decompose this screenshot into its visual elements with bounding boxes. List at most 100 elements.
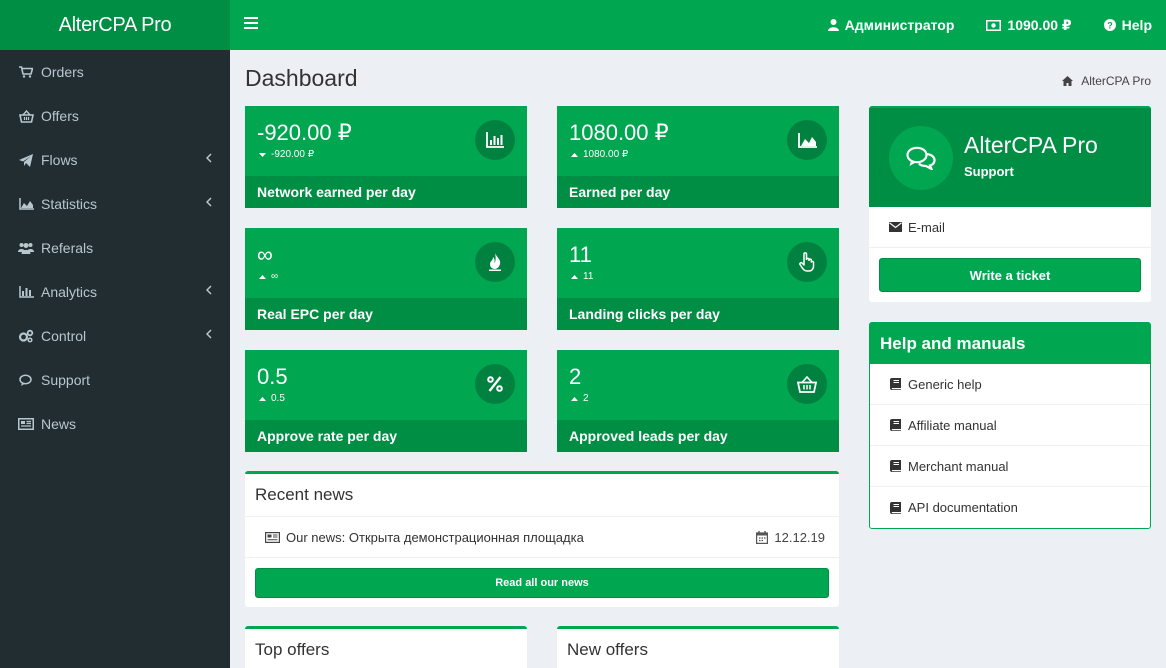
sidebar-item-analytics[interactable]: Analytics bbox=[0, 270, 230, 314]
sidebar-toggle-icon[interactable] bbox=[244, 17, 258, 31]
stat-approved-leads: 2 2 Approved leads per day bbox=[557, 350, 839, 452]
caret-up-icon bbox=[571, 152, 578, 157]
question-circle-icon: ? bbox=[1103, 19, 1116, 31]
help-link-affiliate[interactable]: Affiliate manual bbox=[870, 405, 1150, 446]
stat-change-value: 2 bbox=[583, 393, 589, 404]
stat-landing-clicks: 11 11 Landing clicks per day bbox=[557, 228, 839, 330]
help-link-label: Merchant manual bbox=[908, 458, 1009, 474]
new-offers-box: New offers bbox=[557, 626, 839, 668]
cogs-icon bbox=[18, 328, 34, 344]
user-name: Администратор bbox=[844, 17, 955, 33]
sidebar-item-label: Support bbox=[41, 372, 91, 388]
help-link-label: Affiliate manual bbox=[908, 417, 997, 433]
support-name: AlterCPA Pro bbox=[964, 132, 1098, 158]
balance-value: 1090.00 ₽ bbox=[1007, 16, 1072, 33]
sidebar-item-control[interactable]: Control bbox=[0, 314, 230, 358]
money-icon bbox=[986, 19, 1002, 31]
support-email-label: E-mail bbox=[908, 219, 945, 235]
help-link[interactable]: ? Help bbox=[1103, 17, 1166, 33]
help-link-generic[interactable]: Generic help bbox=[870, 364, 1150, 405]
help-link-label: Generic help bbox=[908, 376, 982, 392]
news-prefix: Our news: bbox=[286, 529, 346, 545]
stat-label: Approve rate per day bbox=[245, 420, 527, 452]
stat-change: -920.00 ₽ bbox=[259, 149, 314, 160]
book-icon bbox=[890, 460, 901, 472]
basket-icon bbox=[787, 364, 827, 404]
caret-down-icon bbox=[259, 152, 266, 157]
newspaper-icon bbox=[18, 416, 34, 432]
fire-icon bbox=[475, 242, 515, 282]
caret-up-icon bbox=[259, 274, 266, 279]
app-logo[interactable]: AlterCPA Pro bbox=[0, 0, 230, 50]
paper-plane-icon bbox=[18, 152, 34, 168]
comments-icon bbox=[889, 126, 953, 190]
support-header: AlterCPA Pro Support bbox=[869, 106, 1151, 207]
help-link-api[interactable]: API documentation bbox=[870, 487, 1150, 528]
sidebar: Orders Offers Flows Statistics Referals … bbox=[0, 50, 230, 668]
chevron-left-icon bbox=[206, 285, 212, 295]
comments-icon bbox=[18, 372, 34, 388]
envelope-icon bbox=[889, 222, 902, 232]
home-icon bbox=[1062, 76, 1074, 86]
cart-icon bbox=[18, 64, 34, 80]
help-link-merchant[interactable]: Merchant manual bbox=[870, 446, 1150, 487]
stat-change-value: 0.5 bbox=[271, 393, 285, 404]
stat-value: 0.5 bbox=[257, 364, 288, 389]
page-title: Dashboard bbox=[245, 65, 358, 91]
support-role: Support bbox=[964, 164, 1014, 179]
bar-chart-icon bbox=[18, 284, 34, 300]
stat-change-value: -920.00 ₽ bbox=[271, 149, 315, 160]
stat-label: Approved leads per day bbox=[557, 420, 839, 452]
help-manuals-title: Help and manuals bbox=[870, 323, 1150, 364]
stat-label: Real EPC per day bbox=[245, 298, 527, 330]
sidebar-item-label: News bbox=[41, 416, 77, 432]
book-icon bbox=[890, 378, 901, 390]
sidebar-item-offers[interactable]: Offers bbox=[0, 94, 230, 138]
sidebar-item-news[interactable]: News bbox=[0, 402, 230, 446]
news-item[interactable]: Our news: Открыта демонстрационная площа… bbox=[245, 517, 839, 558]
main-content: Dashboard AlterCPA Pro -920.00 ₽ -920.00… bbox=[230, 50, 1166, 668]
sidebar-item-orders[interactable]: Orders bbox=[0, 50, 230, 94]
stat-real-epc: ∞ ∞ Real EPC per day bbox=[245, 228, 527, 330]
balance-display[interactable]: 1090.00 ₽ bbox=[986, 17, 1085, 34]
stat-label: Earned per day bbox=[557, 176, 839, 208]
stat-change: 2 bbox=[571, 393, 589, 404]
user-icon bbox=[827, 19, 839, 31]
sidebar-item-label: Orders bbox=[41, 64, 84, 80]
chevron-left-icon bbox=[206, 153, 212, 163]
stat-network-earned: -920.00 ₽ -920.00 ₽ Network earned per d… bbox=[245, 106, 527, 208]
chevron-left-icon bbox=[206, 197, 212, 207]
area-chart-icon bbox=[18, 196, 34, 212]
stat-change: 1080.00 ₽ bbox=[571, 149, 628, 160]
stat-change: 0.5 bbox=[259, 393, 285, 404]
stat-change-value: ∞ bbox=[271, 271, 279, 282]
sidebar-item-label: Referals bbox=[41, 240, 94, 256]
sidebar-item-flows[interactable]: Flows bbox=[0, 138, 230, 182]
stat-value: -920.00 ₽ bbox=[257, 120, 352, 145]
book-icon bbox=[890, 419, 901, 431]
user-menu[interactable]: Администратор bbox=[827, 17, 969, 33]
sidebar-item-label: Statistics bbox=[41, 196, 98, 212]
stat-value: 11 bbox=[569, 242, 592, 267]
news-date-value: 12.12.19 bbox=[774, 529, 825, 545]
support-email-link[interactable]: E-mail bbox=[869, 207, 1151, 248]
news-title[interactable]: Открыта демонстрационная площадка bbox=[349, 530, 584, 545]
stat-change: ∞ bbox=[259, 271, 278, 282]
help-label: Help bbox=[1121, 17, 1152, 33]
caret-up-icon bbox=[571, 274, 578, 279]
top-navbar: AlterCPA Pro Администратор 1090.00 ₽ ? H… bbox=[0, 0, 1166, 50]
stat-change-value: 11 bbox=[583, 271, 594, 282]
read-all-news-button[interactable]: Read all our news bbox=[255, 568, 829, 598]
breadcrumb[interactable]: AlterCPA Pro bbox=[1062, 74, 1151, 88]
sidebar-item-label: Offers bbox=[41, 108, 79, 124]
sidebar-item-referals[interactable]: Referals bbox=[0, 226, 230, 270]
new-offers-title: New offers bbox=[557, 629, 839, 668]
svg-text:?: ? bbox=[1107, 21, 1113, 31]
sidebar-item-support[interactable]: Support bbox=[0, 358, 230, 402]
stat-earned: 1080.00 ₽ 1080.00 ₽ Earned per day bbox=[557, 106, 839, 208]
navbar-right: Администратор 1090.00 ₽ ? Help bbox=[810, 0, 1166, 50]
write-ticket-button[interactable]: Write a ticket bbox=[879, 258, 1141, 292]
sidebar-item-statistics[interactable]: Statistics bbox=[0, 182, 230, 226]
bar-chart-icon bbox=[475, 120, 515, 160]
recent-news-title: Recent news bbox=[245, 474, 839, 517]
